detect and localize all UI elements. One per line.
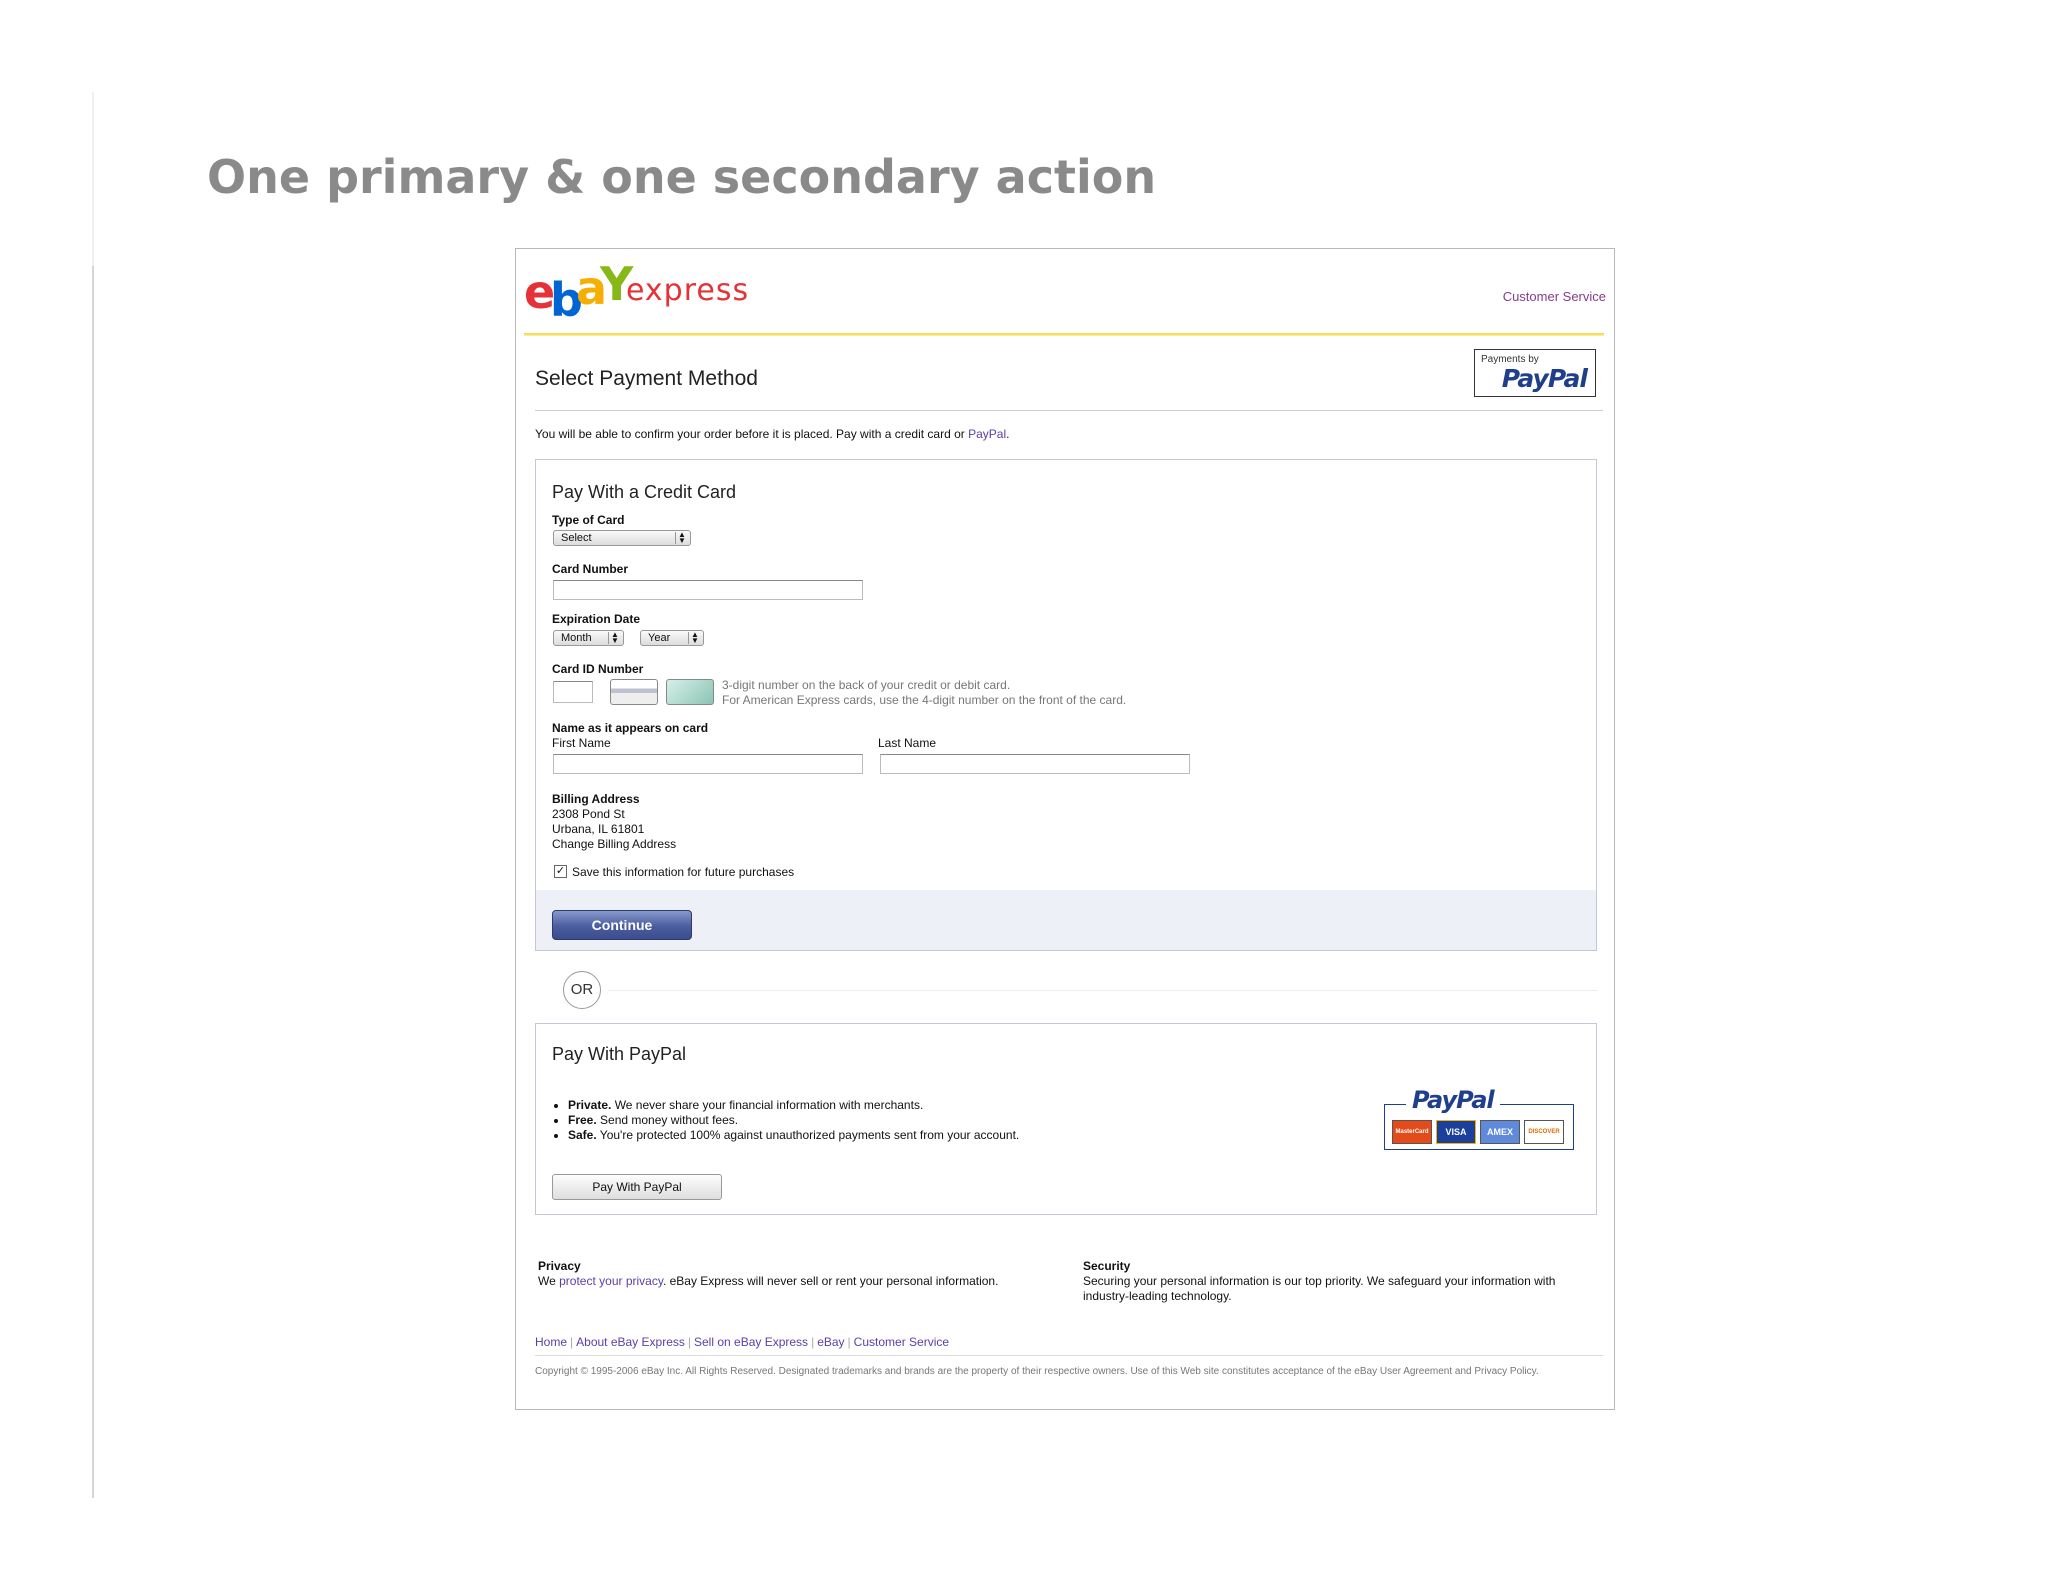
card-number-label: Card Number xyxy=(552,562,629,576)
footer-link-customer-service[interactable]: Customer Service xyxy=(854,1335,949,1349)
amex-front-icon xyxy=(666,679,714,705)
exp-year-select[interactable]: Year ▲ ▼ xyxy=(640,630,704,646)
exp-month-select[interactable]: Month ▲ ▼ xyxy=(553,630,624,646)
intro-end: . xyxy=(1006,427,1010,441)
privacy-text: We protect your privacy. eBay Express wi… xyxy=(538,1274,1058,1289)
select-arrows-icon: ▲ ▼ xyxy=(675,531,688,545)
benefit-private-text: We never share your financial informatio… xyxy=(611,1098,924,1112)
protect-privacy-link[interactable]: protect your privacy xyxy=(559,1274,663,1288)
paypal-accepted-cards: PayPal MasterCard VISA AMEX DISCOVER xyxy=(1384,1086,1574,1150)
benefit-free-bold: Free. xyxy=(568,1113,597,1127)
footer-link-ebay[interactable]: eBay xyxy=(817,1335,844,1349)
billing-line-2: Urbana, IL 61801 xyxy=(552,822,645,836)
footer-separator: | xyxy=(687,1335,691,1349)
card-id-hint-1: 3-digit number on the back of your credi… xyxy=(722,678,1011,692)
card-id-hint-2: For American Express cards, use the 4-di… xyxy=(722,693,1127,707)
footer-separator: | xyxy=(847,1335,851,1349)
credit-card-panel: Pay With a Credit Card Type of Card Sele… xyxy=(535,459,1597,951)
intro-text: You will be able to confirm your order b… xyxy=(535,427,1009,441)
paypal-title: Pay With PayPal xyxy=(552,1044,687,1064)
footer-link-about[interactable]: About eBay Express xyxy=(576,1335,685,1349)
paypal-benefits-list: Private. We never share your financial i… xyxy=(552,1098,1019,1143)
last-name-input[interactable] xyxy=(880,754,1190,774)
exp-month-value: Month xyxy=(561,632,592,644)
or-divider xyxy=(608,990,1598,991)
card-type-value: Select xyxy=(561,532,592,544)
select-arrows-icon: ▲ ▼ xyxy=(608,631,621,645)
customer-service-link[interactable]: Customer Service xyxy=(1503,289,1606,304)
benefit-safe-bold: Safe. xyxy=(568,1128,597,1142)
pay-with-paypal-button[interactable]: Pay With PayPal xyxy=(552,1174,722,1200)
slide-left-rule xyxy=(92,92,94,1498)
slide-title: One primary & one secondary action xyxy=(207,150,1157,204)
expiration-label: Expiration Date xyxy=(552,612,641,626)
copyright-text: Copyright © 1995-2006 eBay Inc. All Righ… xyxy=(535,1366,1539,1377)
credit-card-title: Pay With a Credit Card xyxy=(552,482,737,502)
header-rule xyxy=(524,333,1604,336)
benefit-free-text: Send money without fees. xyxy=(596,1113,739,1127)
continue-band xyxy=(536,890,1596,950)
footer-link-sell[interactable]: Sell on eBay Express xyxy=(694,1335,808,1349)
footer-separator: | xyxy=(811,1335,815,1349)
amex-icon: AMEX xyxy=(1480,1120,1520,1144)
card-number-input[interactable] xyxy=(553,580,863,600)
card-id-label: Card ID Number xyxy=(552,662,644,676)
page-title: Select Payment Method xyxy=(535,367,758,390)
intro-body: You will be able to confirm your order b… xyxy=(535,427,969,441)
privacy-pre: We xyxy=(538,1274,560,1288)
footer-link-home[interactable]: Home xyxy=(535,1335,567,1349)
card-type-select[interactable]: Select ▲ ▼ xyxy=(553,530,691,546)
billing-line-1: 2308 Pond St xyxy=(552,807,625,821)
card-id-input[interactable] xyxy=(553,681,593,703)
save-info-checkbox[interactable]: ✓ xyxy=(554,865,567,878)
mastercard-icon: MasterCard xyxy=(1392,1120,1432,1144)
security-text: Securing your personal information is ou… xyxy=(1083,1274,1556,1303)
or-separator: OR xyxy=(563,971,601,1009)
heading-divider xyxy=(535,410,1603,411)
logo-express: express xyxy=(626,273,750,308)
footer-links: Home | About eBay Express | Sell on eBay Exp… xyxy=(535,1335,949,1349)
name-on-card-label: Name as it appears on card xyxy=(552,721,709,735)
benefit-free: Free. Send money without fees. xyxy=(568,1113,1019,1128)
billing-address-label: Billing Address xyxy=(552,792,640,806)
first-name-input[interactable] xyxy=(553,754,863,774)
card-type-label: Type of Card xyxy=(552,513,625,527)
intro-paypal-link[interactable]: PayPal xyxy=(968,427,1006,441)
privacy-post: . eBay Express will never sell or rent y… xyxy=(662,1274,999,1288)
slide-left-rule-top xyxy=(92,92,94,266)
security-heading: Security xyxy=(1083,1259,1131,1273)
privacy-heading: Privacy xyxy=(538,1259,581,1273)
save-info-label: Save this information for future purchas… xyxy=(572,865,795,879)
footer-divider xyxy=(535,1355,1603,1356)
benefit-safe-text: You're protected 100% against unauthoriz… xyxy=(596,1128,1020,1142)
last-name-label: Last Name xyxy=(878,736,937,750)
select-arrows-icon: ▲ ▼ xyxy=(688,631,701,645)
benefit-private-bold: Private. xyxy=(568,1098,612,1112)
benefit-private: Private. We never share your financial i… xyxy=(568,1098,1019,1113)
paypal-logo: PayPal xyxy=(1406,1086,1500,1114)
card-back-icon xyxy=(610,679,658,705)
paypal-panel: Pay With PayPal Private. We never share … xyxy=(535,1023,1597,1215)
visa-icon: VISA xyxy=(1436,1120,1476,1144)
exp-year-value: Year xyxy=(648,632,671,644)
continue-button[interactable]: Continue xyxy=(552,910,692,940)
first-name-label: First Name xyxy=(552,736,611,750)
discover-icon: DISCOVER xyxy=(1524,1120,1564,1144)
ebay-express-screenshot: e b a Y express Customer Service Payment… xyxy=(515,248,1615,1410)
change-billing-link[interactable]: Change Billing Address xyxy=(552,837,676,851)
benefit-safe: Safe. You're protected 100% against unau… xyxy=(568,1128,1019,1143)
footer-separator: | xyxy=(570,1335,574,1349)
payments-by-paypal-badge: Payments by PayPal xyxy=(1474,349,1596,397)
paypal-badge-logo: PayPal xyxy=(1501,364,1588,393)
